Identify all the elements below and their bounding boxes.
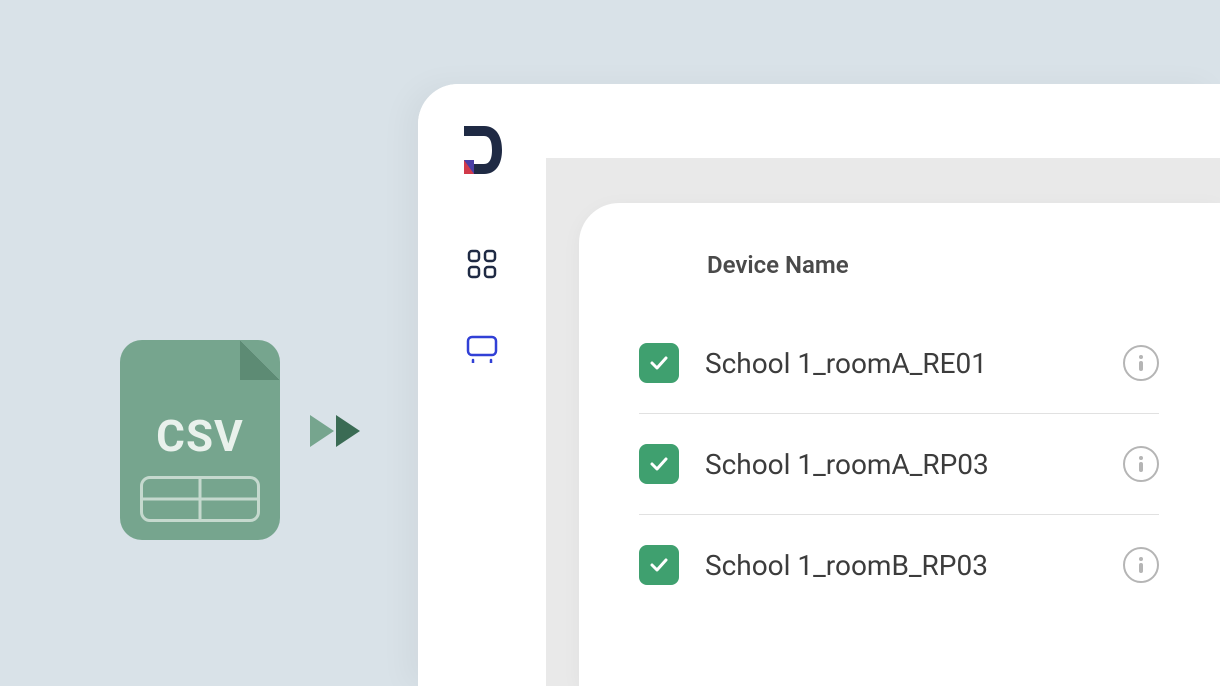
checkmark-icon (648, 453, 670, 475)
info-icon (1134, 454, 1148, 474)
info-icon (1134, 555, 1148, 575)
nav-dashboard[interactable] (466, 248, 498, 280)
display-icon (466, 333, 498, 363)
row-checkbox[interactable] (639, 444, 679, 484)
app-window: Device Name School 1_roomA_RE01 (418, 84, 1220, 686)
device-row: School 1_roomA_RP03 (639, 414, 1159, 515)
import-arrows-icon (310, 415, 360, 447)
csv-file-icon: CSV (120, 340, 280, 540)
device-name-label: School 1_roomA_RP03 (705, 448, 1123, 481)
csv-file-label: CSV (120, 410, 280, 462)
column-header-device-name: Device Name (639, 251, 1220, 279)
device-panel: Device Name School 1_roomA_RE01 (579, 203, 1220, 686)
row-checkbox[interactable] (639, 343, 679, 383)
device-name-label: School 1_roomB_RP03 (705, 549, 1123, 582)
device-name-label: School 1_roomA_RE01 (705, 347, 1123, 380)
nav-displays[interactable] (466, 332, 498, 364)
arrow-right-icon (310, 415, 334, 447)
device-row: School 1_roomA_RE01 (639, 313, 1159, 414)
csv-illustration: CSV (120, 340, 280, 540)
checkmark-icon (648, 554, 670, 576)
row-info-button[interactable] (1123, 547, 1159, 583)
dashboard-icon (467, 249, 497, 279)
checkmark-icon (648, 352, 670, 374)
row-checkbox[interactable] (639, 545, 679, 585)
csv-table-glyph (140, 476, 260, 522)
device-row: School 1_roomB_RP03 (639, 515, 1159, 615)
row-info-button[interactable] (1123, 446, 1159, 482)
row-info-button[interactable] (1123, 345, 1159, 381)
brand-logo (458, 122, 506, 178)
main-area: Device Name School 1_roomA_RE01 (546, 158, 1220, 686)
arrow-right-icon (336, 415, 360, 447)
info-icon (1134, 353, 1148, 373)
sidebar (418, 84, 546, 686)
